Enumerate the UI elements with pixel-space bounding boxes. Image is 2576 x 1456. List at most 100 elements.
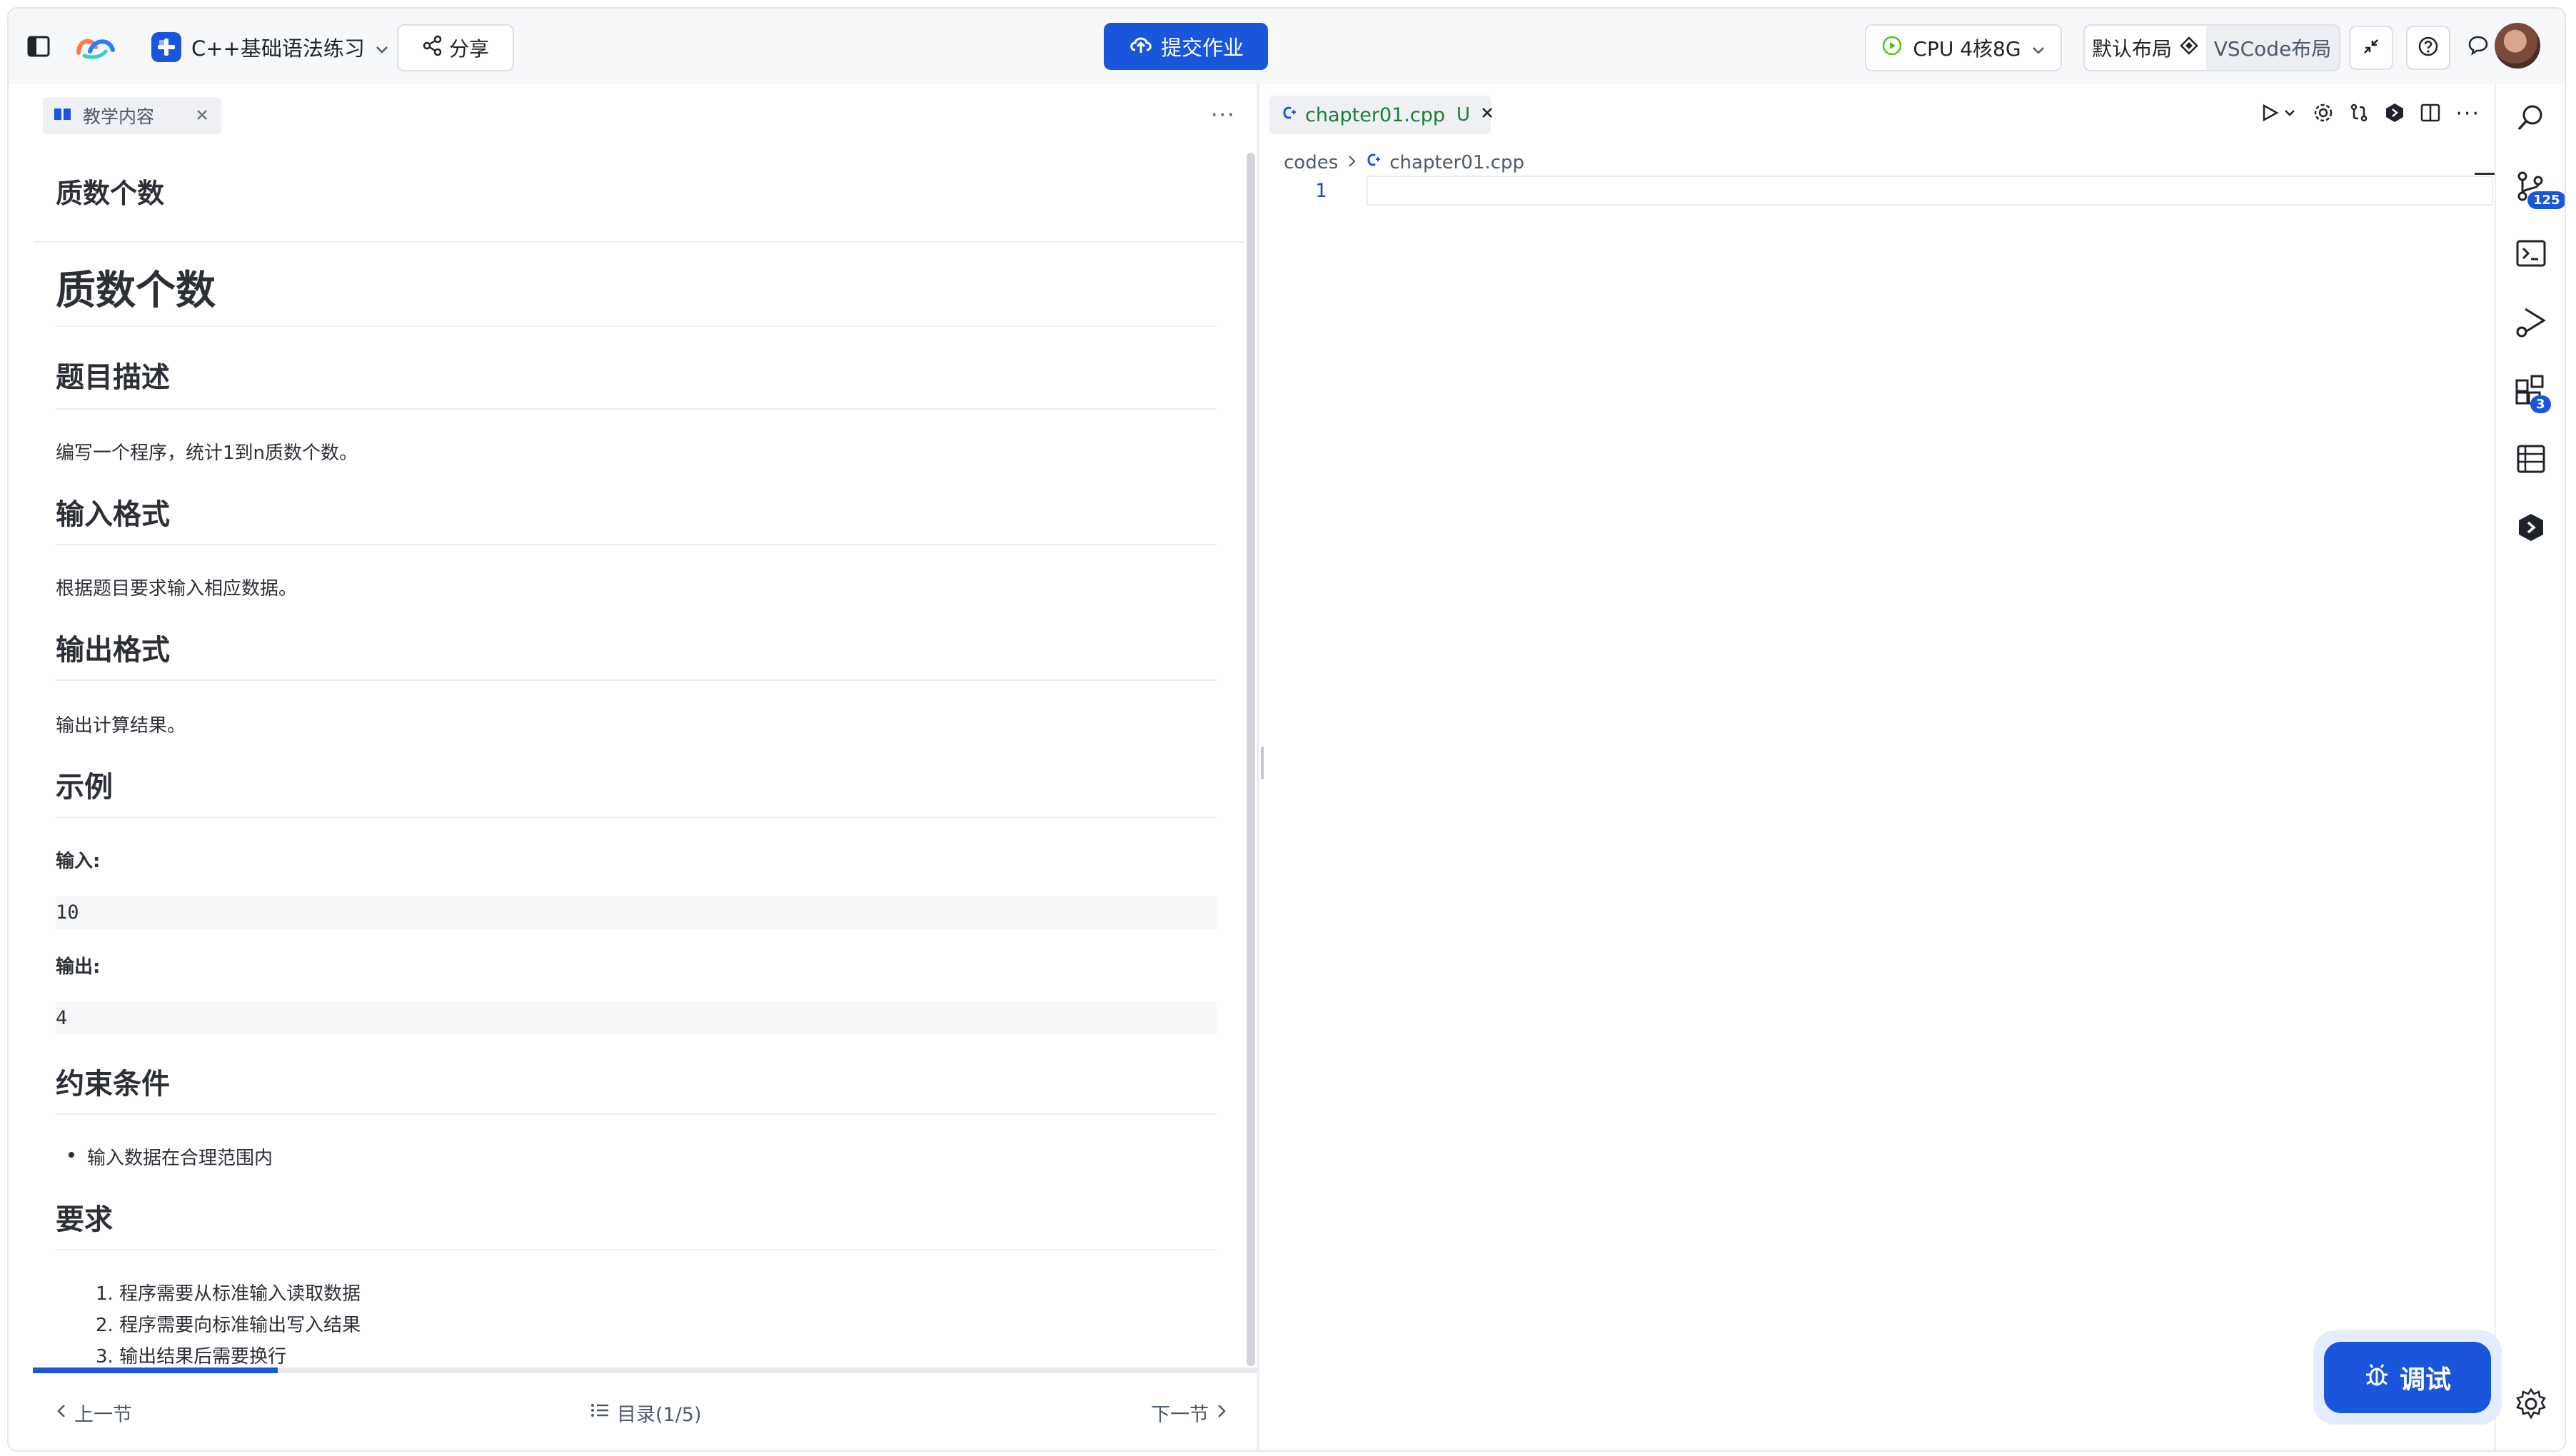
tab-label: 教学内容 [83,106,155,127]
share-label: 分享 [448,37,489,61]
play-circle-icon [1881,35,1903,61]
untracked-status: U [1456,104,1471,126]
chevron-down-icon [375,35,389,59]
minimap[interactable] [2475,173,2496,175]
source-control-icon[interactable]: 125 [2512,167,2565,209]
debug-label: 调试 [2399,1365,2451,1395]
divider [56,1249,1217,1250]
editor-toolbar: ··· [2258,101,2480,126]
list-item: 3. 输出结果后需要换行 [96,1346,287,1367]
code-editor-line[interactable] [1367,176,2493,206]
submit-homework-button[interactable]: 提交作业 [1104,23,1268,70]
app-window: C++基础语法练习 分享 提交作业 CPU 4核8G 默认布局 VSCode布局… [7,7,2566,1452]
left-panel-tabbar: 教学内容 ··· [9,84,1257,146]
tab-filename: chapter01.cpp [1305,103,1446,126]
brand-logo-icon[interactable] [74,34,117,60]
gear-icon[interactable] [2313,102,2334,126]
breadcrumb-folder[interactable]: codes [1284,152,1338,173]
share-button[interactable]: 分享 [397,24,514,71]
divider [56,679,1217,681]
layout-vscode-option[interactable]: VSCode布局 [2206,26,2339,70]
share-icon [422,35,443,61]
top-bar: C++基础语法练习 分享 提交作业 CPU 4核8G 默认布局 VSCode布局 [9,9,2565,84]
chat-bubble-icon [2467,34,2490,59]
settings-gear-icon[interactable] [2512,1385,2550,1423]
layout-default-label: 默认布局 [2091,37,2172,61]
section-heading: 题目描述 [56,361,170,394]
page-title: 质数个数 [56,178,165,209]
debug-button[interactable]: 调试 [2324,1342,2491,1413]
more-options-icon[interactable]: ··· [1211,103,1236,128]
next-section-button[interactable]: 下一节 [1151,1399,1227,1427]
extension-hex-icon[interactable] [2384,102,2405,126]
breadcrumb: codes chapter01.cpp [1284,151,1524,173]
collapse-button[interactable] [2349,26,2393,70]
tab-teaching-content[interactable]: 教学内容 [43,97,221,134]
example-output-code: 4 [56,1002,1217,1035]
lesson-heading: 质数个数 [56,268,216,314]
divider [34,241,1244,243]
chevron-right-icon [1347,152,1357,173]
divider [56,1113,1217,1115]
tab-chapter01-cpp[interactable]: chapter01.cpp U [1269,96,1492,134]
section-heading: 约束条件 [56,1068,170,1101]
input-format-text: 根据题目要求输入相应数据。 [56,578,298,600]
database-table-icon[interactable] [2512,440,2550,478]
example-input-label: 输入: [56,851,101,872]
chevron-down-icon [2031,36,2046,60]
layout-vscode-label: VSCode布局 [2213,37,2332,61]
section-heading: 要求 [56,1203,113,1236]
teaching-content-panel: 质数个数 质数个数 题目描述 编写一个程序，统计1到n质数个数。 输入格式 根据… [9,144,1257,1373]
cpp-file-icon [1365,151,1381,173]
list-icon [590,1402,610,1424]
example-output-label: 输出: [56,956,101,978]
activity-bar: 125 3 [2495,84,2565,1450]
layout-default-option[interactable]: 默认布局 [2085,26,2206,70]
divider [56,408,1217,410]
section-heading: 输入格式 [56,498,170,531]
chevron-right-icon [1216,1402,1227,1424]
extensions-icon[interactable]: 3 [2512,371,2551,413]
layout-switcher: 默认布局 VSCode布局 [2083,24,2340,71]
lesson-footer-nav: 上一节 目录(1/5) 下一节 [9,1373,1257,1450]
divider [56,544,1217,545]
run-and-debug-icon[interactable] [2512,303,2550,341]
user-avatar[interactable] [2495,23,2540,69]
divider [56,817,1217,818]
split-editor-icon[interactable] [2420,102,2441,126]
project-selector[interactable]: C++基础语法练习 [151,29,389,66]
resize-handle[interactable] [1261,747,1264,779]
cpu-spec-selector[interactable]: CPU 4核8G [1865,24,2062,71]
chat-button[interactable] [2457,26,2499,67]
section-heading: 输出格式 [56,634,170,667]
close-icon[interactable] [1479,104,1496,126]
toc-button[interactable]: 目录(1/5) [590,1399,702,1427]
sidebar-toggle-icon[interactable] [27,36,50,57]
list-item: 1. 程序需要从标准输入读取数据 [96,1283,361,1305]
panel-divider [1257,84,1259,1450]
list-item: 输入数据在合理范围内 [69,1143,273,1170]
close-icon[interactable] [193,106,211,128]
cloud-upload-icon [1128,33,1154,61]
breadcrumb-file[interactable]: chapter01.cpp [1389,152,1524,173]
terminal-icon[interactable] [2512,234,2550,273]
search-icon[interactable] [2512,98,2550,137]
collapse-arrows-icon [2362,37,2380,59]
source-control-badge: 125 [2527,191,2565,209]
extensions-badge: 3 [2530,395,2551,413]
compare-changes-icon[interactable] [2348,102,2370,126]
prev-section-button[interactable]: 上一节 [56,1399,132,1427]
editor-tabbar: chapter01.cpp U ··· [1261,84,2495,144]
next-label: 下一节 [1151,1404,1209,1426]
project-title: C++基础语法练习 [191,36,365,61]
prev-label: 上一节 [74,1404,132,1426]
submit-label: 提交作业 [1160,36,1244,60]
help-button[interactable] [2406,26,2450,70]
plugin-hex-icon[interactable] [2512,508,2550,547]
vertical-scrollbar[interactable] [1247,153,1255,1366]
more-actions-icon[interactable]: ··· [2455,101,2480,126]
description-text: 编写一个程序，统计1到n质数个数。 [56,443,358,464]
list-item: 2. 程序需要向标准输出写入结果 [96,1315,361,1336]
run-debug-icon[interactable] [2258,102,2298,126]
layout-pin-icon [2179,36,2199,61]
